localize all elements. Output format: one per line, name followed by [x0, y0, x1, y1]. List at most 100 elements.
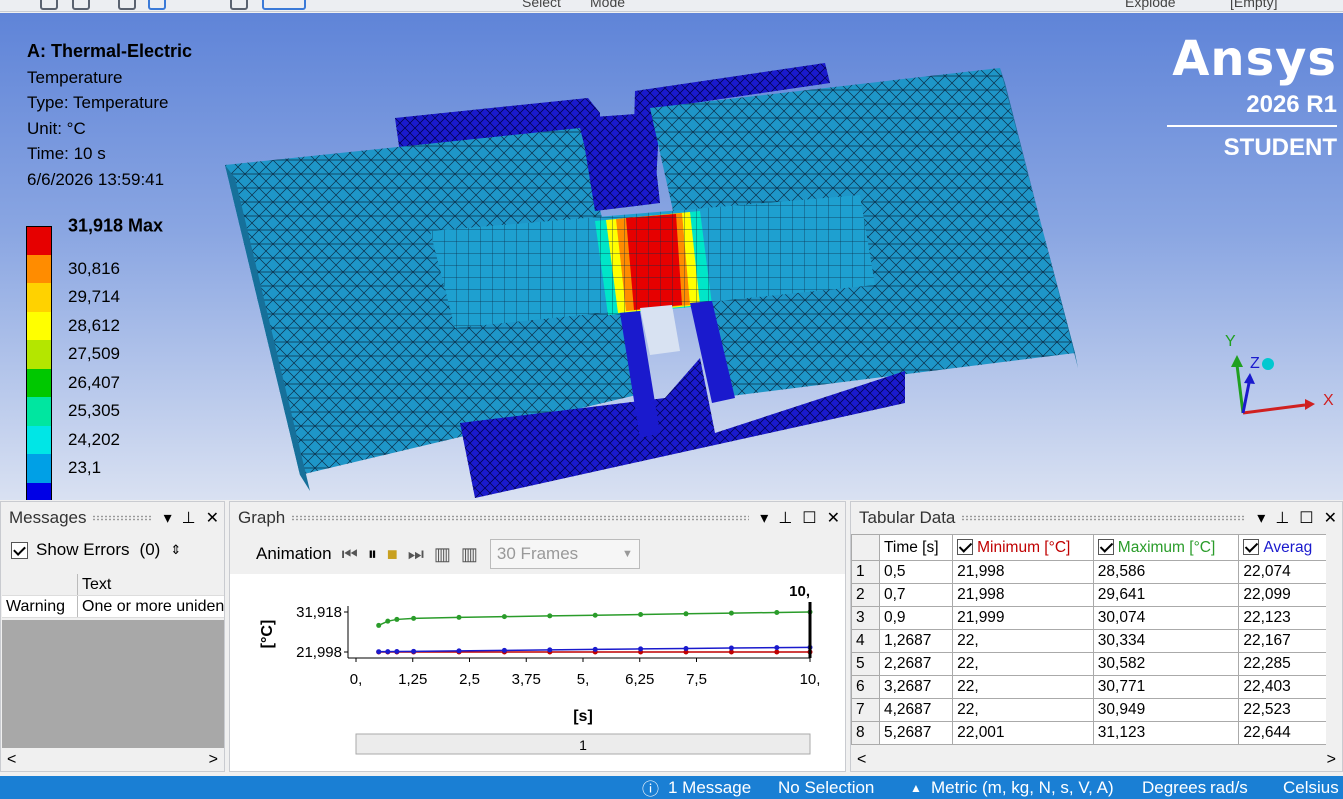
status-messages[interactable]: 1 Message	[668, 778, 751, 798]
scroll-left-icon[interactable]: <	[7, 751, 16, 769]
data-point[interactable]	[547, 613, 553, 619]
data-point[interactable]	[501, 614, 507, 620]
maximize-icon[interactable]: ☐	[802, 508, 816, 528]
legend-label[interactable]: 29,714	[68, 287, 120, 307]
data-point[interactable]	[411, 648, 417, 654]
legend-label[interactable]: 26,407	[68, 373, 120, 393]
distributed-icon[interactable]: ▥	[434, 544, 451, 565]
data-point[interactable]	[638, 646, 644, 652]
graphics-viewport[interactable]: A: Thermal-Electric Temperature Type: Te…	[0, 13, 1343, 500]
status-rate[interactable]: rad/s	[1210, 778, 1248, 798]
tabular-hscrollbar[interactable]: < >	[851, 749, 1342, 771]
message-icon[interactable]: ⓘ	[642, 775, 659, 799]
select-mode-label[interactable]: Select	[522, 0, 561, 10]
pin-icon[interactable]: ⊥	[778, 508, 792, 528]
column-header[interactable]: Time [s]	[878, 534, 954, 561]
data-point[interactable]	[394, 616, 400, 622]
tabular-vscrollbar[interactable]	[1326, 534, 1342, 750]
empty-label[interactable]: [Empty]	[1230, 0, 1277, 10]
close-icon[interactable]: ✕	[1324, 508, 1337, 528]
show-errors-checkbox[interactable]	[11, 541, 28, 559]
messages-scrollbar[interactable]: < >	[1, 749, 224, 771]
data-point[interactable]	[394, 648, 400, 654]
legend-label[interactable]: 31,918 Max	[68, 216, 163, 237]
table-row[interactable]: 3 0,9 21,999 30,074 22,123	[851, 606, 1329, 630]
legend-label[interactable]: 27,509	[68, 344, 120, 364]
pin-icon[interactable]: ⊥	[1275, 508, 1289, 528]
message-row[interactable]: Warning One or more unidentified	[2, 596, 224, 618]
scroll-right-icon[interactable]: >	[209, 751, 218, 769]
legend-label[interactable]: 28,612	[68, 316, 120, 336]
data-point[interactable]	[385, 649, 391, 655]
scroll-left-icon[interactable]: <	[857, 751, 866, 769]
table-row[interactable]: 6 3,2687 22, 30,771 22,403	[851, 675, 1329, 699]
data-point[interactable]	[774, 645, 780, 651]
data-point[interactable]	[376, 622, 382, 628]
dropdown-icon[interactable]: ▾	[164, 508, 172, 528]
pause-icon[interactable]: ⏸	[368, 544, 377, 565]
scroll-right-icon[interactable]: >	[1327, 751, 1336, 769]
status-units[interactable]: Metric (m, kg, N, s, V, A)	[931, 778, 1114, 798]
box-select-icon[interactable]	[230, 0, 248, 10]
data-point[interactable]	[456, 614, 462, 620]
graph-area[interactable]: 31,918 21,998 0, 1,25 2,5 3,75 5, 6,25 7,5 10, [°C…	[230, 574, 846, 772]
table-row[interactable]: 2 0,7 21,998 29,641 22,099	[851, 583, 1329, 607]
explode-label[interactable]: Explode	[1125, 0, 1176, 10]
legend-label[interactable]: 25,305	[68, 401, 120, 421]
column-header[interactable]: Averag	[1238, 534, 1329, 561]
zoom-icon[interactable]	[40, 0, 58, 10]
table-row[interactable]: 5 2,2687 22, 30,582 22,285	[851, 652, 1329, 676]
column-header[interactable]: Minimum [°C]	[952, 534, 1094, 561]
data-point[interactable]	[456, 648, 462, 654]
data-point[interactable]	[376, 649, 382, 655]
units-menu-icon[interactable]: ▲	[910, 781, 922, 795]
mesh-model[interactable]	[0, 13, 1343, 500]
column-header[interactable]: Maximum [°C]	[1092, 534, 1240, 561]
column-checkbox[interactable]	[1243, 538, 1260, 555]
select-icon[interactable]	[148, 0, 166, 10]
dropdown-icon[interactable]: ▾	[1257, 508, 1265, 528]
fit-icon[interactable]	[262, 0, 306, 10]
close-icon[interactable]: ✕	[206, 508, 219, 528]
expand-icon[interactable]: ⇕	[170, 542, 181, 558]
zoom-out-icon[interactable]	[72, 0, 90, 10]
column-checkbox[interactable]	[1097, 538, 1114, 555]
dropdown-icon[interactable]: ▾	[760, 508, 768, 528]
previous-frame-icon[interactable]: ⏮	[342, 544, 358, 565]
table-row[interactable]: 4 1,2687 22, 30,334 22,167	[851, 629, 1329, 653]
data-point[interactable]	[385, 618, 391, 624]
column-checkbox[interactable]	[957, 538, 974, 555]
data-point[interactable]	[592, 612, 598, 618]
rotate-icon[interactable]	[118, 0, 136, 10]
maximize-icon[interactable]: ☐	[1299, 508, 1313, 528]
data-point[interactable]	[683, 645, 689, 651]
next-frame-icon[interactable]: ⏭	[408, 544, 424, 565]
data-point[interactable]	[411, 615, 417, 621]
axis-triad[interactable]: X Y Z	[1215, 333, 1335, 423]
mode-label[interactable]: Mode	[590, 0, 625, 10]
data-point[interactable]	[501, 647, 507, 653]
status-temperature[interactable]: Celsius	[1283, 778, 1339, 798]
text-column-header[interactable]: Text	[78, 574, 224, 596]
status-angle[interactable]: Degrees	[1142, 778, 1206, 798]
time-history-chart[interactable]: 31,918 21,998 0, 1,25 2,5 3,75 5, 6,25 7,5 10, [°C…	[230, 574, 846, 772]
data-point[interactable]	[728, 645, 734, 651]
data-point[interactable]	[774, 609, 780, 615]
legend-label[interactable]: 24,202	[68, 430, 120, 450]
frames-select[interactable]: 30 Frames ▼	[489, 539, 640, 569]
data-point[interactable]	[683, 611, 689, 617]
data-point[interactable]	[728, 610, 734, 616]
table-row[interactable]: 7 4,2687 22, 30,949 22,523	[851, 698, 1329, 722]
close-icon[interactable]: ✕	[827, 508, 840, 528]
table-row[interactable]: 8 5,2687 22,001 31,123 22,644	[851, 721, 1329, 745]
data-point[interactable]	[638, 611, 644, 617]
stop-icon[interactable]: ■	[387, 544, 398, 565]
data-point[interactable]	[774, 649, 780, 655]
legend-label[interactable]: 30,816	[68, 259, 120, 279]
table-row[interactable]: 1 0,5 21,998 28,586 22,074	[851, 560, 1329, 584]
legend-label[interactable]: 23,1	[68, 458, 101, 478]
result-sets-icon[interactable]: ▥	[461, 544, 478, 565]
data-point[interactable]	[547, 647, 553, 653]
pin-icon[interactable]: ⊥	[182, 508, 196, 528]
data-point[interactable]	[592, 646, 598, 652]
